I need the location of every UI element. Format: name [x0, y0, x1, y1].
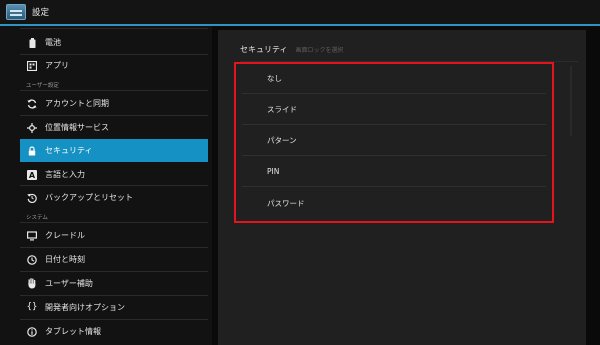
sidebar-item-cradle[interactable]: クレードル	[20, 224, 208, 247]
braces-icon: {}	[26, 302, 38, 312]
sidebar-item-apps[interactable]: アプリ	[20, 54, 208, 77]
sidebar-item-language-input[interactable]: A 言語と入力	[20, 163, 208, 186]
hand-icon	[26, 278, 38, 290]
sync-icon	[26, 98, 38, 110]
keyboard-icon: A	[26, 169, 38, 181]
sidebar-item-label: タブレット情報	[45, 327, 101, 336]
scrollbar[interactable]	[570, 66, 572, 136]
battery-icon	[26, 37, 38, 49]
option-label: スライド	[267, 105, 297, 114]
lock-option-slide[interactable]: スライド	[242, 95, 546, 125]
sidebar-item-developer-options[interactable]: {} 開発者向けオプション	[20, 296, 208, 319]
screen-lock-options: なし スライド パターン PIN パスワード	[234, 62, 554, 223]
sidebar-item-label: 電池	[45, 38, 61, 47]
sidebar-item-tablet-info[interactable]: タブレット情報	[20, 320, 208, 343]
option-label: なし	[267, 74, 282, 83]
breadcrumb-section[interactable]: セキュリティ	[240, 44, 288, 55]
sidebar-item-label: セキュリティ	[45, 146, 93, 155]
sidebar-divider	[20, 90, 208, 91]
svg-text:A: A	[29, 171, 36, 180]
option-label: パスワード	[267, 198, 305, 208]
lock-icon	[26, 145, 38, 157]
sidebar-item-security[interactable]: セキュリティ	[20, 139, 208, 162]
sidebar-item-label: ユーザー補助	[45, 279, 93, 288]
section-header-user-settings: ユーザー設定	[26, 83, 59, 89]
info-icon	[26, 326, 38, 338]
sidebar-item-label: アカウントと同期	[45, 99, 109, 108]
breadcrumb-page: 画面ロックを選択	[295, 47, 344, 54]
lock-option-pin[interactable]: PIN	[242, 157, 546, 187]
window-title: 設定	[32, 8, 50, 18]
lock-option-password[interactable]: パスワード	[242, 188, 546, 218]
option-label: パターン	[267, 136, 297, 145]
monitor-icon	[26, 230, 38, 242]
sidebar-item-location[interactable]: 位置情報サービス	[20, 116, 208, 139]
section-header-system: システム	[26, 215, 48, 221]
sidebar-item-backup-reset[interactable]: バックアップとリセット	[20, 186, 208, 209]
title-bar: 設定	[0, 0, 600, 24]
lock-option-none[interactable]: なし	[242, 64, 546, 94]
sidebar-item-label: バックアップとリセット	[45, 193, 133, 202]
sidebar-item-battery[interactable]: 電池	[20, 31, 208, 54]
sidebar-divider	[20, 28, 208, 29]
breadcrumb: セキュリティ 画面ロックを選択	[240, 44, 344, 55]
sidebar: 電池 アプリ ユーザー設定 アカウントと同期 位置情報サービス セキュリティ A…	[0, 26, 212, 345]
sidebar-item-label: 位置情報サービス	[45, 123, 109, 132]
sidebar-item-label: 開発者向けオプション	[45, 303, 125, 312]
sidebar-divider	[20, 222, 208, 223]
sidebar-item-accessibility[interactable]: ユーザー補助	[20, 272, 208, 295]
sidebar-item-accounts-sync[interactable]: アカウントと同期	[20, 92, 208, 115]
sidebar-item-label: 言語と入力	[45, 170, 85, 179]
apps-icon	[26, 60, 38, 72]
option-label: PIN	[267, 167, 280, 176]
lock-option-pattern[interactable]: パターン	[242, 126, 546, 156]
sidebar-item-label: クレードル	[45, 231, 85, 240]
settings-app-icon[interactable]	[6, 4, 26, 20]
sidebar-item-label: アプリ	[45, 61, 69, 70]
sidebar-item-label: 日付と時刻	[45, 255, 85, 264]
sidebar-item-date-time[interactable]: 日付と時刻	[20, 248, 208, 271]
backup-icon	[26, 192, 38, 204]
location-icon	[26, 122, 38, 134]
clock-icon	[26, 254, 38, 266]
